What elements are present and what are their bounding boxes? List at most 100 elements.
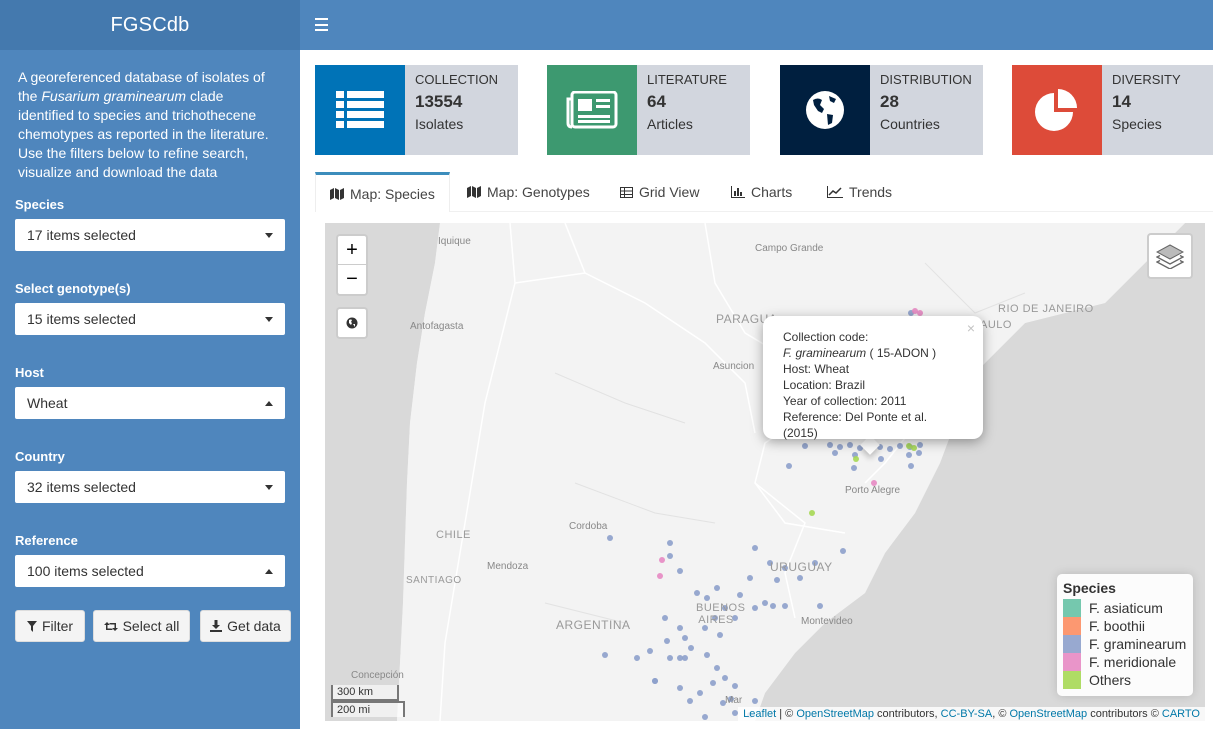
popup-reference: Reference: Del Ponte et al. (2015)	[783, 410, 928, 440]
tab-trends-label: Trends	[849, 184, 893, 200]
map-attribution: Leaflet | © OpenStreetMap contributors, …	[738, 707, 1205, 721]
tab-map-genotypes-label: Map: Genotypes	[487, 184, 590, 200]
legend-swatch	[1063, 617, 1081, 635]
layers-control-button[interactable]	[1147, 233, 1193, 279]
scale-km: 300 km	[331, 685, 399, 701]
legend-item: F. boothii	[1063, 617, 1187, 635]
sidebar: FGSCdb A georeferenced database of isola…	[0, 0, 300, 729]
popup-close-button[interactable]: ×	[967, 320, 975, 336]
layers-icon	[1156, 244, 1184, 269]
zoom-out-button[interactable]: −	[338, 265, 366, 294]
country-filter-label: Country	[15, 449, 65, 464]
description-species-name: Fusarium graminearum	[41, 88, 187, 104]
genotype-select-value: 15 items selected	[27, 311, 136, 327]
filter-button[interactable]: Filter	[15, 610, 85, 642]
legend-swatch	[1063, 671, 1081, 689]
caret-down-icon	[265, 484, 273, 490]
popup-genotype: ( 15-ADON )	[866, 346, 937, 360]
attribution-text: contributors ©	[1087, 708, 1162, 720]
popup-host: Host: Wheat	[783, 362, 850, 376]
label-porto-alegre: Porto Alegre	[845, 485, 901, 496]
carto-link[interactable]: CARTO	[1162, 708, 1200, 720]
reference-select[interactable]: 100 items selected	[15, 555, 285, 587]
species-map[interactable]: Iquique Campo Grande Antofagasta Asuncio…	[325, 223, 1205, 721]
retweet-icon	[103, 621, 118, 631]
leaflet-link[interactable]: Leaflet	[743, 708, 776, 720]
reset-view-button[interactable]	[336, 307, 368, 339]
zoom-in-button[interactable]: +	[338, 236, 366, 265]
host-select-value: Wheat	[27, 395, 68, 411]
bar-chart-icon	[731, 186, 745, 198]
isolate-popup: × Collection code: F. graminearum ( 15-A…	[763, 316, 983, 440]
collection-count: 13554	[415, 92, 463, 111]
label-argentina: ARGENTINA	[556, 618, 631, 632]
legend-swatch	[1063, 599, 1081, 617]
genotype-select[interactable]: 15 items selected	[15, 303, 285, 335]
zoom-control: + −	[336, 234, 368, 296]
literature-infobox: LITERATURE 64 Articles	[547, 65, 750, 155]
license-link[interactable]: CC-BY-SA	[941, 708, 993, 720]
label-asuncion: Asuncion	[713, 361, 755, 372]
pie-chart-icon	[1012, 65, 1102, 155]
popup-location: Location: Brazil	[783, 378, 866, 392]
filter-icon	[26, 620, 37, 632]
label-uruguay: URUGUAY	[770, 560, 833, 574]
species-filter-label: Species	[15, 197, 65, 212]
tab-trends[interactable]: Trends	[827, 172, 892, 212]
select-all-button[interactable]: Select all	[93, 610, 190, 642]
tab-charts[interactable]: Charts	[731, 172, 792, 212]
table-icon	[620, 186, 633, 198]
species-legend: Species F. asiaticum F. boothii F. grami…	[1057, 574, 1193, 696]
label-chile: CHILE	[436, 529, 471, 541]
hamburger-menu-icon[interactable]	[315, 18, 328, 31]
caret-down-icon	[265, 232, 273, 238]
label-montevideo: Montevideo	[801, 616, 853, 627]
label-rio-de-janeiro: RIO DE JANEIRO	[998, 303, 1094, 315]
distribution-unit: Countries	[880, 116, 940, 132]
label-antofagasta: Antofagasta	[410, 321, 464, 332]
legend-label: F. asiaticum	[1089, 600, 1163, 616]
popup-species-name: F. graminearum	[783, 346, 867, 360]
diversity-infobox: DIVERSITY 14 Species	[1012, 65, 1213, 155]
osm-link[interactable]: OpenStreetMap	[1009, 708, 1087, 720]
brand-title: FGSCdb	[0, 0, 300, 50]
legend-item: Others	[1063, 671, 1187, 689]
get-data-button[interactable]: Get data	[200, 610, 291, 642]
collection-unit: Isolates	[415, 116, 464, 132]
literature-label: LITERATURE	[647, 72, 727, 87]
popup-collection-code: Collection code:	[783, 330, 869, 344]
collection-infobox: COLLECTION 13554 Isolates	[315, 65, 518, 155]
scale-mi: 200 mi	[331, 701, 405, 717]
osm-link[interactable]: OpenStreetMap	[796, 708, 874, 720]
country-select[interactable]: 32 items selected	[15, 471, 285, 503]
caret-up-icon	[265, 400, 273, 406]
caret-up-icon	[265, 568, 273, 574]
reference-filter-label: Reference	[15, 533, 78, 548]
label-santiago: SANTIAGO	[406, 575, 462, 586]
legend-item: F. asiaticum	[1063, 599, 1187, 617]
get-data-button-label: Get data	[227, 618, 281, 634]
tab-map-species-label: Map: Species	[350, 185, 435, 202]
tab-grid-view-label: Grid View	[639, 184, 700, 200]
host-filter-label: Host	[15, 365, 44, 380]
legend-label: F. boothii	[1089, 618, 1146, 634]
distribution-label: DISTRIBUTION	[880, 72, 972, 87]
tab-map-species[interactable]: Map: Species	[315, 172, 450, 212]
label-mar: Mar	[725, 695, 743, 706]
attribution-text: contributors,	[874, 708, 941, 720]
label-iquique: Iquique	[438, 236, 471, 247]
legend-swatch	[1063, 653, 1081, 671]
tab-grid-view[interactable]: Grid View	[620, 172, 699, 212]
legend-swatch	[1063, 635, 1081, 653]
tab-map-genotypes[interactable]: Map: Genotypes	[467, 172, 590, 212]
country-select-value: 32 items selected	[27, 479, 136, 495]
genotype-filter-label: Select genotype(s)	[15, 281, 131, 296]
popup-species: F. graminearum ( 15-ADON )	[783, 345, 963, 361]
species-select[interactable]: 17 items selected	[15, 219, 285, 251]
diversity-label: DIVERSITY	[1112, 72, 1181, 87]
host-select[interactable]: Wheat	[15, 387, 285, 419]
label-buenos-aires: BUENOS AIRES	[696, 602, 746, 626]
download-icon	[210, 620, 223, 632]
globe-icon	[346, 317, 358, 329]
reference-select-value: 100 items selected	[27, 563, 144, 579]
